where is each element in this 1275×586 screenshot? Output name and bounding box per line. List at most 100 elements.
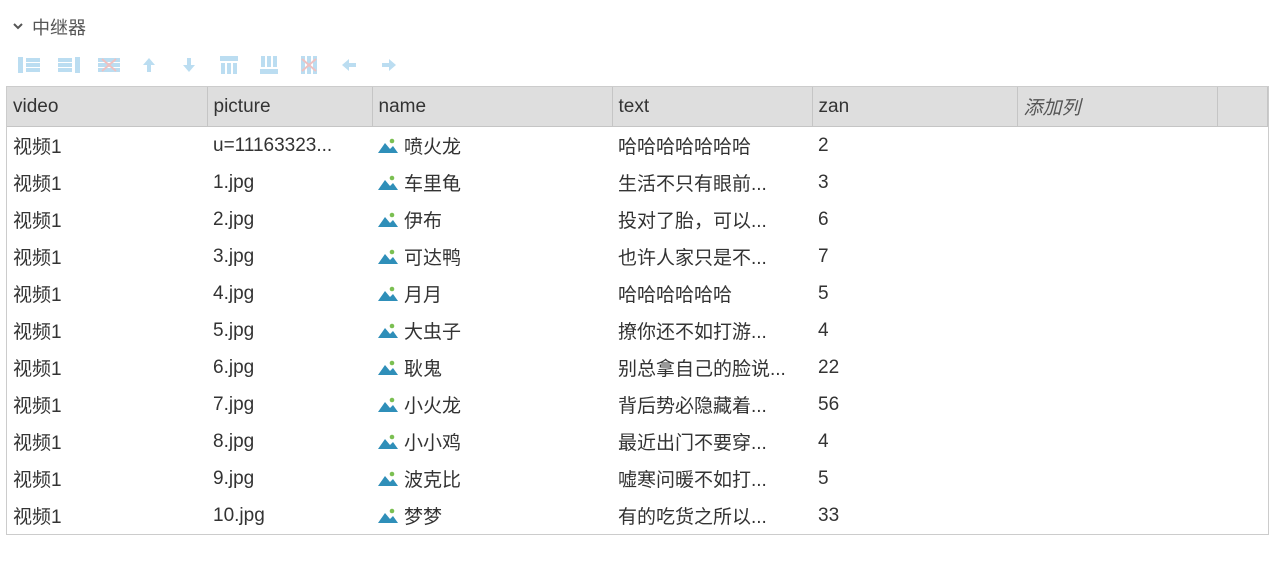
insert-col-after-icon[interactable] <box>258 56 280 74</box>
cell-name[interactable]: 梦梦 <box>402 497 612 534</box>
cell-zan[interactable]: 6 <box>812 201 1017 238</box>
col-header-zan[interactable]: zan <box>812 87 1017 127</box>
cell-video[interactable]: 视频1 <box>7 201 207 238</box>
cell-text[interactable]: 哈哈哈哈哈哈 <box>612 275 812 312</box>
cell-picture[interactable]: 9.jpg <box>207 460 372 497</box>
col-header-picture[interactable]: picture <box>207 87 372 127</box>
cell-text[interactable]: 也许人家只是不... <box>612 238 812 275</box>
col-header-name[interactable]: name <box>372 87 612 127</box>
cell-add[interactable] <box>1017 460 1217 497</box>
cell-zan[interactable]: 22 <box>812 349 1017 386</box>
cell-tail <box>1217 275 1268 312</box>
cell-add[interactable] <box>1017 423 1217 460</box>
cell-text[interactable]: 生活不只有眼前... <box>612 164 812 201</box>
cell-text[interactable]: 背后势必隐藏着... <box>612 386 812 423</box>
cell-picture[interactable]: 4.jpg <box>207 275 372 312</box>
toolbar <box>0 50 1275 86</box>
col-header-video[interactable]: video <box>7 87 207 127</box>
cell-text[interactable]: 撩你还不如打游... <box>612 312 812 349</box>
col-header-add[interactable]: 添加列 <box>1017 87 1217 127</box>
cell-add[interactable] <box>1017 275 1217 312</box>
cell-zan[interactable]: 2 <box>812 127 1017 164</box>
insert-row-before-icon[interactable] <box>18 56 40 74</box>
arrow-right-icon[interactable] <box>378 56 400 74</box>
cell-picture[interactable]: 3.jpg <box>207 238 372 275</box>
cell-text[interactable]: 嘘寒问暖不如打... <box>612 460 812 497</box>
arrow-down-icon[interactable] <box>178 56 200 74</box>
cell-name[interactable]: 小火龙 <box>402 386 612 423</box>
table-row[interactable]: 视频1u=11163323... 喷火龙哈哈哈哈哈哈哈2 <box>7 127 1268 164</box>
cell-picture[interactable]: 2.jpg <box>207 201 372 238</box>
cell-picture[interactable]: u=11163323... <box>207 127 372 164</box>
cell-name[interactable]: 小小鸡 <box>402 423 612 460</box>
arrow-left-icon[interactable] <box>338 56 360 74</box>
table-row[interactable]: 视频110.jpg 梦梦有的吃货之所以...33 <box>7 497 1268 534</box>
table-row[interactable]: 视频13.jpg 可达鸭也许人家只是不...7 <box>7 238 1268 275</box>
cell-add[interactable] <box>1017 386 1217 423</box>
cell-name[interactable]: 喷火龙 <box>402 127 612 164</box>
cell-name[interactable]: 大虫子 <box>402 312 612 349</box>
cell-name[interactable]: 车里龟 <box>402 164 612 201</box>
insert-col-before-icon[interactable] <box>218 56 240 74</box>
cell-add[interactable] <box>1017 127 1217 164</box>
cell-picture[interactable]: 6.jpg <box>207 349 372 386</box>
table-row[interactable]: 视频19.jpg 波克比嘘寒问暖不如打...5 <box>7 460 1268 497</box>
table-row[interactable]: 视频17.jpg 小火龙背后势必隐藏着...56 <box>7 386 1268 423</box>
cell-zan[interactable]: 4 <box>812 312 1017 349</box>
cell-picture[interactable]: 1.jpg <box>207 164 372 201</box>
cell-add[interactable] <box>1017 164 1217 201</box>
cell-text[interactable]: 哈哈哈哈哈哈哈 <box>612 127 812 164</box>
image-icon <box>372 386 402 423</box>
image-icon <box>372 127 402 164</box>
insert-row-after-icon[interactable] <box>58 56 80 74</box>
cell-add[interactable] <box>1017 349 1217 386</box>
delete-col-icon[interactable] <box>298 56 320 74</box>
cell-zan[interactable]: 5 <box>812 275 1017 312</box>
table-row[interactable]: 视频14.jpg 月月哈哈哈哈哈哈5 <box>7 275 1268 312</box>
cell-add[interactable] <box>1017 201 1217 238</box>
cell-name[interactable]: 波克比 <box>402 460 612 497</box>
cell-add[interactable] <box>1017 312 1217 349</box>
cell-zan[interactable]: 33 <box>812 497 1017 534</box>
cell-video[interactable]: 视频1 <box>7 312 207 349</box>
arrow-up-icon[interactable] <box>138 56 160 74</box>
cell-text[interactable]: 有的吃货之所以... <box>612 497 812 534</box>
cell-video[interactable]: 视频1 <box>7 164 207 201</box>
cell-text[interactable]: 投对了胎，可以... <box>612 201 812 238</box>
cell-video[interactable]: 视频1 <box>7 238 207 275</box>
cell-picture[interactable]: 5.jpg <box>207 312 372 349</box>
image-icon <box>372 201 402 238</box>
cell-add[interactable] <box>1017 238 1217 275</box>
cell-name[interactable]: 伊布 <box>402 201 612 238</box>
cell-video[interactable]: 视频1 <box>7 127 207 164</box>
cell-picture[interactable]: 7.jpg <box>207 386 372 423</box>
cell-picture[interactable]: 10.jpg <box>207 497 372 534</box>
cell-video[interactable]: 视频1 <box>7 460 207 497</box>
cell-name[interactable]: 耿鬼 <box>402 349 612 386</box>
cell-name[interactable]: 月月 <box>402 275 612 312</box>
table-row[interactable]: 视频16.jpg 耿鬼别总拿自己的脸说...22 <box>7 349 1268 386</box>
cell-name[interactable]: 可达鸭 <box>402 238 612 275</box>
table-row[interactable]: 视频11.jpg 车里龟生活不只有眼前...3 <box>7 164 1268 201</box>
col-header-text[interactable]: text <box>612 87 812 127</box>
table-row[interactable]: 视频12.jpg 伊布投对了胎，可以...6 <box>7 201 1268 238</box>
cell-zan[interactable]: 7 <box>812 238 1017 275</box>
cell-zan[interactable]: 56 <box>812 386 1017 423</box>
cell-video[interactable]: 视频1 <box>7 497 207 534</box>
cell-text[interactable]: 最近出门不要穿... <box>612 423 812 460</box>
cell-zan[interactable]: 4 <box>812 423 1017 460</box>
cell-video[interactable]: 视频1 <box>7 423 207 460</box>
cell-zan[interactable]: 3 <box>812 164 1017 201</box>
section-header[interactable]: 中继器 <box>0 8 1275 50</box>
cell-add[interactable] <box>1017 497 1217 534</box>
cell-text[interactable]: 别总拿自己的脸说... <box>612 349 812 386</box>
cell-picture[interactable]: 8.jpg <box>207 423 372 460</box>
table-row[interactable]: 视频18.jpg 小小鸡最近出门不要穿...4 <box>7 423 1268 460</box>
cell-video[interactable]: 视频1 <box>7 349 207 386</box>
cell-tail <box>1217 164 1268 201</box>
cell-video[interactable]: 视频1 <box>7 275 207 312</box>
cell-video[interactable]: 视频1 <box>7 386 207 423</box>
table-row[interactable]: 视频15.jpg 大虫子撩你还不如打游...4 <box>7 312 1268 349</box>
cell-zan[interactable]: 5 <box>812 460 1017 497</box>
delete-row-icon[interactable] <box>98 56 120 74</box>
